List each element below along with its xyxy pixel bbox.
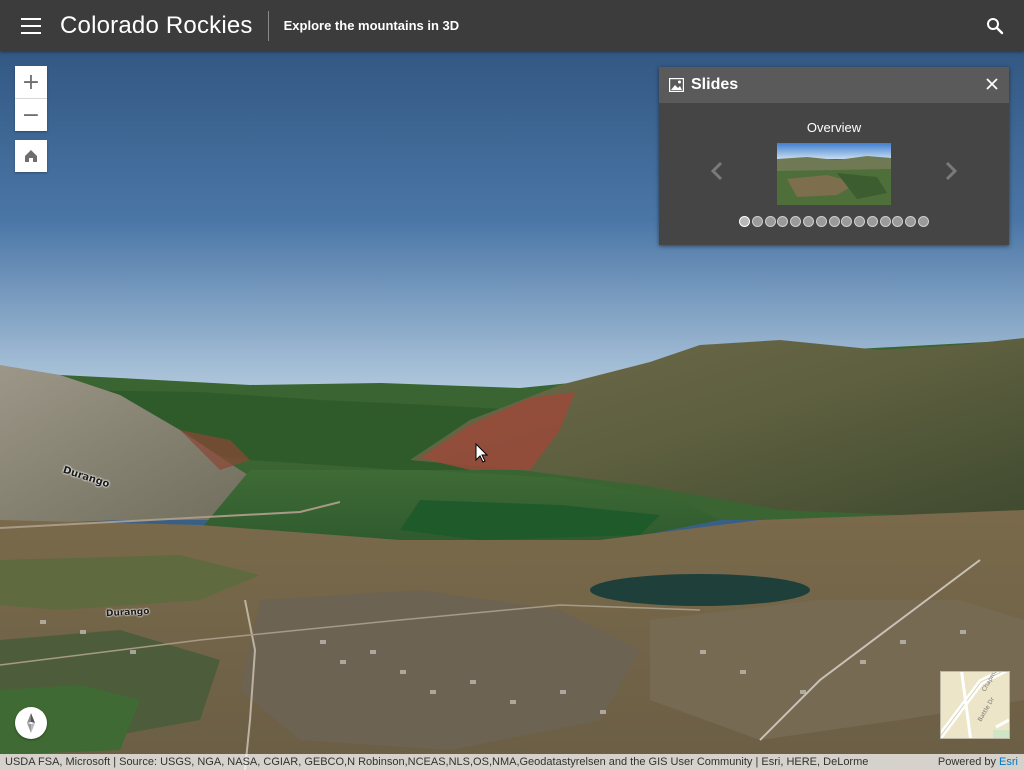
slide-title: Overview: [806, 120, 862, 135]
attribution-bar: USDA FSA, Microsoft | Source: USGS, NGA,…: [0, 754, 1024, 770]
search-icon[interactable]: [986, 17, 1004, 35]
title-divider: [267, 10, 269, 41]
zoom-out-button[interactable]: −: [15, 99, 47, 131]
slides-panel: Slides Overview: [659, 67, 1009, 245]
chevron-right-icon[interactable]: [943, 161, 959, 181]
app-subtitle: Explore the mountains in 3D: [283, 18, 460, 33]
zoom-controls: + −: [15, 66, 47, 131]
slide-pagination: [659, 216, 1009, 227]
zoom-in-button[interactable]: +: [15, 66, 47, 98]
esri-link[interactable]: Esri: [999, 756, 1018, 768]
slide-dot[interactable]: [854, 216, 866, 227]
slide-dot[interactable]: [841, 216, 853, 227]
slide-dot[interactable]: [815, 216, 827, 227]
slide-dot[interactable]: [918, 216, 930, 227]
slide-dot[interactable]: [905, 216, 917, 227]
chevron-left-icon[interactable]: [709, 161, 725, 181]
slides-title: Slides: [691, 76, 739, 93]
slide-dot[interactable]: [892, 216, 904, 227]
powered-by: Powered by Esri: [938, 756, 1024, 768]
attribution-text: USDA FSA, Microsoft | Source: USGS, NGA,…: [5, 756, 869, 768]
slides-header: Slides: [659, 67, 1009, 103]
app-header: Colorado Rockies Explore the mountains i…: [0, 0, 1024, 51]
home-button[interactable]: [15, 140, 47, 172]
compass-icon: [27, 713, 35, 733]
powered-by-label: Powered by: [937, 756, 996, 768]
slide-dot[interactable]: [738, 216, 750, 227]
slide-dot[interactable]: [879, 216, 891, 227]
overview-map[interactable]: Chapman Battle Dr: [940, 671, 1010, 739]
slide-dot[interactable]: [802, 216, 814, 227]
slide-dot[interactable]: [866, 216, 878, 227]
slide-thumbnail[interactable]: [777, 143, 891, 205]
slide-dot[interactable]: [777, 216, 789, 227]
slide-dot[interactable]: [828, 216, 840, 227]
hamburger-icon[interactable]: [21, 17, 41, 34]
home-icon: [25, 150, 37, 162]
compass-button[interactable]: [15, 707, 47, 739]
slide-dot[interactable]: [790, 216, 802, 227]
image-icon: [669, 78, 684, 92]
app-title: Colorado Rockies: [60, 11, 253, 39]
slide-dot[interactable]: [764, 216, 776, 227]
slide-dot[interactable]: [751, 216, 763, 227]
close-icon[interactable]: [985, 77, 999, 91]
